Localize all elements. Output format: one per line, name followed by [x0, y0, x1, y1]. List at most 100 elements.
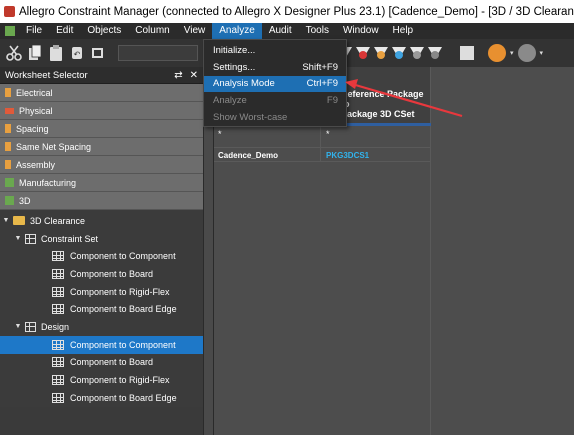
worksheet-selector-header: Worksheet Selector ⇄ ✕: [0, 67, 203, 84]
category-label: Same Net Spacing: [16, 141, 92, 152]
worksheet-cset-component-to-board[interactable]: Component to Board: [0, 265, 203, 283]
tree-node-design[interactable]: ▼ Design: [0, 318, 203, 336]
filter-pass-icon[interactable]: [374, 47, 388, 59]
filter-clear-icon[interactable]: [428, 47, 442, 59]
tree-node-constraint-set[interactable]: ▼ Constraint Set: [0, 230, 203, 248]
menu-edit[interactable]: Edit: [49, 23, 80, 39]
category-label: Physical: [19, 105, 53, 116]
menu-window[interactable]: Window: [336, 23, 386, 39]
worksheet-design-component-to-component[interactable]: Component to Component: [0, 335, 203, 354]
category-label: Electrical: [16, 87, 53, 98]
worksheet-label: Component to Component: [70, 251, 176, 262]
category-3d[interactable]: 3D: [0, 192, 203, 210]
menu-help[interactable]: Help: [386, 23, 421, 39]
paste-icon[interactable]: [48, 44, 64, 62]
category-label: 3D: [19, 195, 31, 206]
assembly-icon: [5, 160, 11, 169]
worksheet-label: Component to Rigid-Flex: [70, 286, 170, 297]
filter-cell-objects[interactable]: *: [214, 126, 321, 147]
close-icon[interactable]: ✕: [190, 70, 198, 81]
menu-bar: File Edit Objects Column View Analyze Au…: [0, 23, 574, 39]
worksheet-grid-icon: [52, 286, 64, 297]
menu-item-shortcut: Shift+F9: [302, 61, 338, 73]
menu-item-label: Analyze: [213, 95, 247, 107]
copy-icon[interactable]: [27, 44, 43, 62]
cut-icon[interactable]: [6, 44, 22, 62]
undo-icon[interactable]: ↶: [69, 44, 85, 62]
column-header-line2: Package 3D CSet: [341, 109, 415, 119]
category-spacing[interactable]: Spacing: [0, 120, 203, 138]
menu-column[interactable]: Column: [128, 23, 176, 39]
design-icon: [25, 321, 36, 332]
menu-item-analyze[interactable]: Analyze F9: [204, 92, 346, 109]
worksheet-cset-component-to-component[interactable]: Component to Component: [0, 247, 203, 265]
worksheet-label: Component to Component: [70, 339, 176, 350]
filter-combo-icon[interactable]: [90, 44, 106, 62]
worksheet-grid-icon: [52, 392, 64, 403]
tree-node-label: Design: [41, 321, 70, 332]
worksheet-tree: ▼ 3D Clearance ▼ Constraint Set Componen…: [0, 210, 203, 407]
worksheet-grid-icon: [52, 268, 64, 279]
forward-dropdown-icon[interactable]: ▾: [540, 49, 544, 57]
filter-error-icon[interactable]: [356, 47, 370, 59]
category-same-net-spacing[interactable]: Same Net Spacing: [0, 138, 203, 156]
menu-objects[interactable]: Objects: [80, 23, 128, 39]
menu-item-show-worst-case[interactable]: Show Worst-case: [204, 109, 346, 126]
worksheet-cset-component-to-board-edge[interactable]: Component to Board Edge: [0, 300, 203, 318]
menu-view[interactable]: View: [177, 23, 213, 39]
collapse-arrow-icon[interactable]: ▼: [13, 323, 23, 330]
category-assembly[interactable]: Assembly: [0, 156, 203, 174]
menu-item-label: Settings...: [213, 61, 256, 73]
spacing-icon: [5, 124, 11, 133]
pin-icon[interactable]: ⇄: [174, 70, 182, 81]
design-name-cell[interactable]: Cadence_Demo: [214, 148, 321, 161]
filter-row: * *: [214, 126, 431, 147]
collapse-arrow-icon[interactable]: ▼: [13, 235, 23, 242]
worksheet-design-component-to-board-edge[interactable]: Component to Board Edge: [0, 389, 203, 407]
category-manufacturing[interactable]: Manufacturing: [0, 174, 203, 192]
filter-cell-cset[interactable]: *: [321, 126, 431, 147]
category-electrical[interactable]: Electrical: [0, 84, 203, 102]
cset-link-cell[interactable]: PKG3DCS1: [321, 148, 431, 161]
menu-analyze[interactable]: Analyze: [212, 23, 262, 39]
worksheet-grid-icon: [52, 304, 64, 315]
3d-icon: [5, 196, 14, 205]
menu-item-settings[interactable]: Settings... Shift+F9: [204, 59, 346, 76]
collapse-arrow-icon[interactable]: ▼: [1, 217, 11, 224]
sheet-list-icon[interactable]: [460, 46, 474, 60]
menu-file[interactable]: File: [19, 23, 49, 39]
forward-icon[interactable]: [517, 44, 536, 62]
menu-item-label: Show Worst-case: [213, 112, 288, 124]
same-net-spacing-icon: [5, 142, 11, 151]
worksheet-design-component-to-board[interactable]: Component to Board: [0, 354, 203, 372]
window-title: Allegro Constraint Manager (connected to…: [19, 5, 574, 18]
menu-item-label: Initialize...: [213, 44, 256, 56]
object-filter-combo[interactable]: [118, 45, 198, 61]
worksheet-grid-icon: [52, 251, 64, 262]
menu-item-analysis-mode[interactable]: Analysis Mode Ctrl+F9: [204, 75, 346, 93]
worksheet-selector-title: Worksheet Selector: [5, 69, 88, 81]
menu-tools[interactable]: Tools: [299, 23, 336, 39]
category-physical[interactable]: Physical: [0, 102, 203, 120]
worksheet-grid-icon: [52, 375, 64, 386]
window-title-bar: Allegro Constraint Manager (connected to…: [0, 0, 574, 23]
worksheet-grid-icon: [52, 339, 64, 350]
worksheet-design-component-to-rigid-flex[interactable]: Component to Rigid-Flex: [0, 371, 203, 389]
worksheet-grid-icon: [52, 357, 64, 368]
category-label: Manufacturing: [19, 177, 77, 188]
menu-item-initialize[interactable]: Initialize...: [204, 42, 346, 59]
back-dropdown-icon[interactable]: ▾: [510, 49, 514, 57]
tree-node-label: 3D Clearance: [30, 215, 86, 226]
back-icon[interactable]: [488, 44, 506, 62]
filter-waived-icon[interactable]: [410, 47, 424, 59]
menu-audit[interactable]: Audit: [262, 23, 299, 39]
table-row[interactable]: Cadence_Demo PKG3DCS1: [214, 147, 431, 162]
tree-node-3d-clearance[interactable]: ▼ 3D Clearance: [0, 212, 203, 230]
worksheet-cset-component-to-rigid-flex[interactable]: Component to Rigid-Flex: [0, 283, 203, 301]
svg-text:↶: ↶: [73, 50, 81, 59]
electrical-icon: [5, 88, 11, 97]
tree-node-label: Constraint Set: [41, 233, 99, 244]
filter-fail-icon[interactable]: [392, 47, 406, 59]
empty-grid-area: [214, 162, 431, 435]
worksheet-label: Component to Board: [70, 268, 154, 279]
